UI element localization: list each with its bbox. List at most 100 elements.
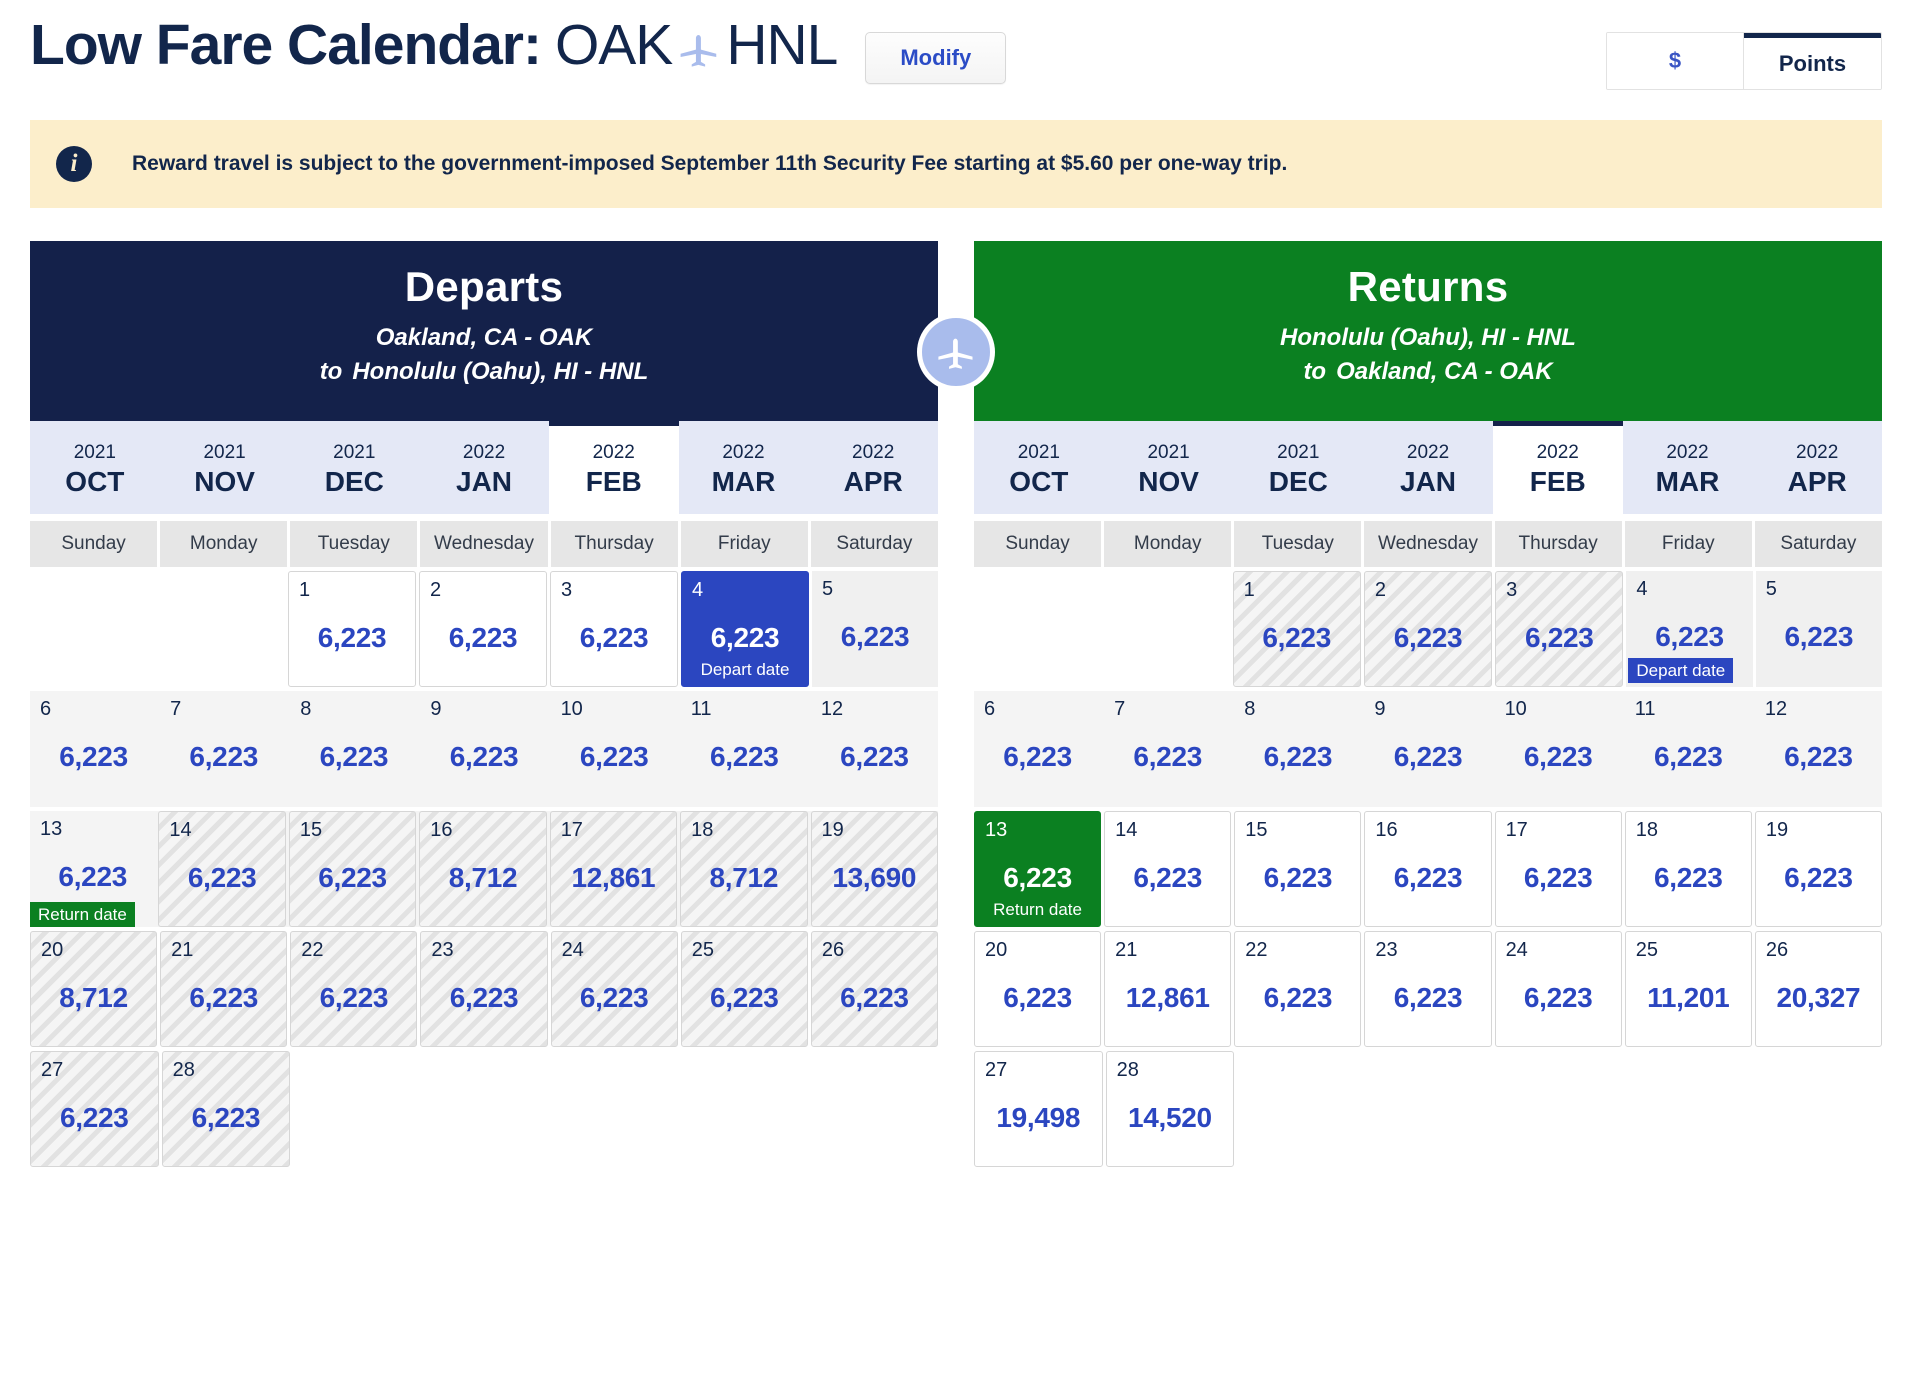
calendar-day-cell[interactable]: 1 6,223	[288, 571, 416, 687]
calendar-day-points: 6,223	[318, 862, 387, 893]
calendar-day-cell[interactable]: 15 6,223	[1234, 811, 1362, 927]
calendar-day-cell[interactable]: 22 6,223	[290, 931, 418, 1047]
calendar-day-cell[interactable]: 8 6,223	[290, 691, 417, 807]
returns-month-tabs[interactable]: 2021 OCT 2021 NOV 2021 DEC 2022 JAN 2022 FEB 2022 M…	[974, 421, 1882, 514]
departs-month-tabs[interactable]: 2021 OCT 2021 NOV 2021 DEC 2022 JAN 2022 FEB 2022 M…	[30, 421, 938, 514]
month-tab-month: DEC	[324, 466, 384, 498]
currency-option-dollar[interactable]: $	[1607, 33, 1744, 89]
calendar-day-number: 10	[560, 698, 583, 720]
month-tab-month: APR	[1787, 466, 1847, 498]
calendar-day-cell[interactable]: 26 6,223	[810, 931, 938, 1047]
calendar-day-cell[interactable]: 18 8,712	[680, 811, 808, 927]
calendar-day-cell[interactable]: 12 6,223	[811, 691, 938, 807]
calendar-day-points: 6,223	[579, 982, 649, 1013]
calendar-day-cell[interactable]: 9 6,223	[1364, 691, 1491, 807]
calendar-day-cell[interactable]: 24 6,223	[1494, 931, 1622, 1047]
calendar-day-number: 19	[821, 819, 844, 841]
calendar-day-cell[interactable]: 27 6,223	[30, 1051, 159, 1167]
calendar-day-cell[interactable]: 26 20,327	[1754, 931, 1882, 1047]
calendar-day-cell[interactable]: 16 6,223	[1364, 811, 1492, 927]
calendar-day-cell[interactable]: 3 6,223	[550, 571, 678, 687]
calendar-day-cell[interactable]: 10 6,223	[1495, 691, 1622, 807]
calendar-day-cell[interactable]: 14 6,223	[1104, 811, 1232, 927]
calendar-day-cell[interactable]: 7 6,223	[160, 691, 287, 807]
calendar-day-cell[interactable]: 28 14,520	[1105, 1051, 1235, 1167]
calendar-day-cell[interactable]: 10 6,223	[551, 691, 678, 807]
calendar-day-number: 22	[1245, 939, 1268, 961]
calendar-day-cell[interactable]: 5 6,223	[812, 571, 938, 687]
month-tab-jan[interactable]: 2022 JAN	[419, 421, 549, 514]
calendar-day-cell[interactable]: 6 6,223	[30, 691, 157, 807]
calendar-day-cell[interactable]: 4 6,223 Depart date	[1626, 571, 1753, 687]
month-tab-feb[interactable]: 2022 FEB	[548, 421, 679, 514]
month-tab-mar[interactable]: 2022 MAR	[679, 421, 809, 514]
month-tab-year: 2021	[73, 441, 116, 463]
currency-option-points[interactable]: Points	[1744, 33, 1881, 89]
calendar-day-cell[interactable]: 20 8,712	[30, 931, 158, 1047]
calendar-day-cell[interactable]: 23 6,223	[420, 931, 548, 1047]
calendar-day-cell[interactable]: 11 6,223	[681, 691, 808, 807]
calendar-day-cell[interactable]: 23 6,223	[1364, 931, 1492, 1047]
calendar-day-cell[interactable]: 6 6,223	[974, 691, 1101, 807]
calendar-day-cell[interactable]: 22 6,223	[1234, 931, 1362, 1047]
month-tab-nov[interactable]: 2021 NOV	[1104, 421, 1234, 514]
calendar-day-cell[interactable]: 12 6,223	[1755, 691, 1882, 807]
calendar-day-cell[interactable]: 3 6,223	[1495, 571, 1624, 687]
calendar-day-points: 6,223	[1263, 862, 1333, 893]
calendar-day-points: 6,223	[1263, 741, 1333, 772]
calendar-day-points: 6,223	[710, 622, 780, 653]
calendar-day-cell[interactable]: 8 6,223	[1234, 691, 1361, 807]
calendar-day-cell[interactable]: 11 6,223	[1625, 691, 1752, 807]
calendar-day-points: 6,223	[1393, 862, 1463, 893]
calendar-day-cell[interactable]: 5 6,223	[1755, 571, 1882, 687]
month-tab-year: 2022	[1406, 441, 1450, 463]
calendar-day-cell[interactable]: 15 6,223	[288, 811, 417, 927]
calendar-day-number: 11	[690, 698, 712, 720]
calendar-day-points: 11,201	[1647, 982, 1730, 1013]
calendar-day-cell[interactable]: 13 6,223 Return date	[974, 811, 1102, 927]
selected-date-badge: Return date	[30, 902, 135, 927]
calendar-day-cell[interactable]: 20 6,223	[974, 931, 1102, 1047]
modify-button[interactable]: Modify	[865, 32, 1007, 84]
calendar-day-cell[interactable]: 27 19,498	[974, 1051, 1103, 1167]
month-tab-mar[interactable]: 2022 MAR	[1623, 421, 1753, 514]
calendar-day-cell[interactable]: 25 11,201	[1624, 931, 1752, 1047]
calendar-day-cell[interactable]: 9 6,223	[420, 691, 547, 807]
calendar-day-cell[interactable]: 17 6,223	[1494, 811, 1622, 927]
calendar-day-cell[interactable]: 25 6,223	[680, 931, 808, 1047]
calendar-day-cell[interactable]: 7 6,223	[1104, 691, 1231, 807]
calendar-day-number: 1	[1243, 579, 1255, 601]
calendar-day-cell[interactable]: 21 12,861	[1104, 931, 1232, 1047]
month-tab-oct[interactable]: 2021 OCT	[30, 421, 160, 514]
month-tab-oct[interactable]: 2021 OCT	[974, 421, 1104, 514]
calendar-day-points: 6,223	[1653, 741, 1723, 772]
month-tab-dec[interactable]: 2021 DEC	[289, 421, 419, 514]
calendar-day-cell[interactable]: 13 6,223 Return date	[30, 811, 155, 927]
currency-toggle[interactable]: $ Points	[1606, 32, 1882, 90]
calendar-day-cell[interactable]: 21 6,223	[160, 931, 288, 1047]
calendar-day-points: 6,223	[448, 622, 518, 653]
calendar-day-cell[interactable]: 14 6,223	[158, 811, 286, 927]
month-tab-apr[interactable]: 2022 APR	[1752, 421, 1882, 514]
calendar-day-cell[interactable]: 19 13,690	[810, 811, 938, 927]
calendar-day-points: 6,223	[579, 741, 649, 772]
calendar-day-cell[interactable]: 2 6,223	[419, 571, 547, 687]
month-tab-dec[interactable]: 2021 DEC	[1233, 421, 1363, 514]
month-tab-jan[interactable]: 2022 JAN	[1363, 421, 1493, 514]
month-tab-nov[interactable]: 2021 NOV	[160, 421, 290, 514]
calendar-day-cell[interactable]: 16 8,712	[419, 811, 547, 927]
page-header: Low Fare Calendar: OAK HNL Modify $ Poin…	[0, 0, 1912, 100]
month-tab-apr[interactable]: 2022 APR	[808, 421, 938, 514]
calendar-day-cell[interactable]: 17 12,861	[549, 811, 678, 927]
calendar-day-cell[interactable]: 19 6,223	[1754, 811, 1882, 927]
page-title-prefix: Low Fare Calendar:	[30, 13, 542, 77]
calendar-day-cell[interactable]: 28 6,223	[161, 1051, 291, 1167]
calendar-day-cell[interactable]: 2 6,223	[1363, 571, 1493, 687]
calendar-day-cell[interactable]: 18 6,223	[1624, 811, 1752, 927]
calendar-day-cell[interactable]: 24 6,223	[550, 931, 678, 1047]
month-tab-feb[interactable]: 2022 FEB	[1492, 421, 1623, 514]
calendar-day-points: 6,223	[449, 741, 519, 772]
calendar-day-points: 6,223	[709, 741, 779, 772]
calendar-day-cell[interactable]: 4 6,223 Depart date	[681, 571, 809, 687]
calendar-day-cell[interactable]: 1 6,223	[1232, 571, 1361, 687]
